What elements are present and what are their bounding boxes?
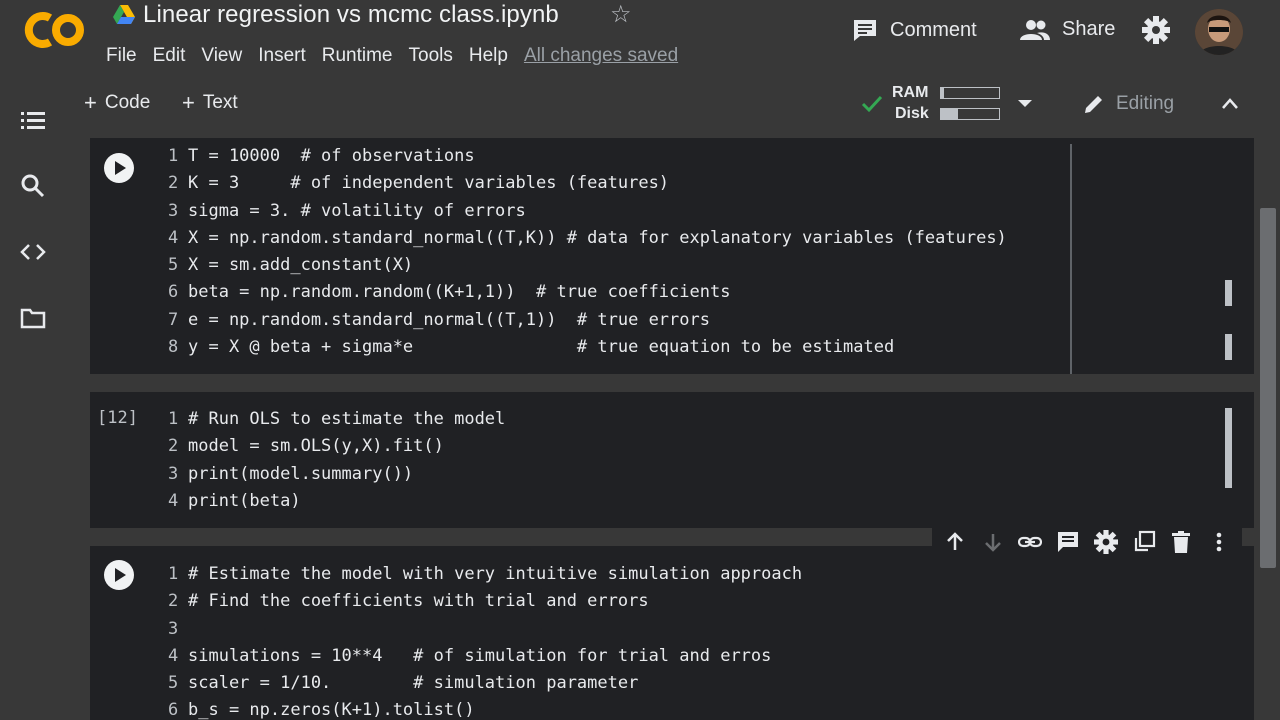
editing-mode-button[interactable]: Editing bbox=[1082, 92, 1174, 116]
code-line: 7e = np.random.standard_normal((T,1)) # … bbox=[168, 309, 710, 330]
code-line: 3 sigma = 3. # volatility of errors bbox=[168, 200, 526, 221]
google-drive-icon[interactable] bbox=[113, 5, 135, 25]
save-status-link[interactable]: All changes saved bbox=[524, 44, 678, 68]
code-line: 3 bbox=[168, 618, 179, 639]
mirror-cell-icon[interactable] bbox=[1132, 530, 1156, 554]
chevron-down-icon[interactable] bbox=[1018, 98, 1032, 108]
left-sidebar bbox=[0, 78, 64, 720]
chevron-up-icon[interactable] bbox=[1220, 94, 1240, 114]
menu-edit[interactable]: Edit bbox=[145, 44, 194, 68]
disk-usage-meter[interactable] bbox=[940, 108, 1000, 120]
arrow-down-icon[interactable] bbox=[981, 530, 1005, 554]
code-line: 6 beta = np.random.random((K+1,1)) # true… bbox=[168, 282, 731, 303]
code-line: 3 print(model.summary()) bbox=[168, 463, 414, 484]
arrow-up-icon[interactable] bbox=[943, 530, 967, 554]
comment-label: Comment bbox=[890, 18, 977, 41]
editing-label: Editing bbox=[1116, 93, 1175, 114]
menubar: File Edit View Insert Runtime Tools Help… bbox=[106, 44, 678, 68]
code-cell-1[interactable]: 1T = 10000 # of observations 2K = 3 # of… bbox=[90, 138, 1254, 374]
notebook-toolbar: + Code + Text RAM Disk Editing bbox=[64, 78, 1280, 130]
comment-icon[interactable] bbox=[1056, 530, 1080, 554]
code-line: 4 simulations = 10**4 # of simulation for… bbox=[168, 645, 772, 666]
trash-icon[interactable] bbox=[1169, 530, 1193, 554]
user-avatar[interactable] bbox=[1195, 9, 1243, 55]
page-scrollbar-thumb[interactable] bbox=[1260, 208, 1276, 568]
menu-runtime[interactable]: Runtime bbox=[314, 44, 401, 68]
menu-view[interactable]: View bbox=[193, 44, 250, 68]
execution-count: [12] bbox=[97, 408, 138, 428]
menu-insert[interactable]: Insert bbox=[250, 44, 314, 68]
code-line: 1 # Estimate the model with very intuitiv… bbox=[168, 564, 803, 584]
search-icon[interactable] bbox=[20, 173, 46, 199]
page-scrollbar[interactable] bbox=[1256, 78, 1280, 720]
star-icon[interactable]: ☆ bbox=[610, 3, 632, 27]
menu-tools[interactable]: Tools bbox=[401, 44, 461, 68]
ram-usage-meter[interactable] bbox=[940, 87, 1000, 99]
plus-icon: + bbox=[84, 90, 97, 115]
notebook-title[interactable]: Linear regression vs mcmc class.ipynb bbox=[143, 1, 559, 29]
disk-label[interactable]: Disk bbox=[895, 105, 929, 123]
check-icon bbox=[861, 95, 883, 113]
code-line: 1 # Run OLS to estimate the model bbox=[168, 409, 506, 429]
disk-usage-fill bbox=[941, 109, 959, 119]
add-code-label: Code bbox=[104, 92, 151, 113]
editor-ruler bbox=[1070, 144, 1072, 374]
gear-icon[interactable] bbox=[1093, 530, 1118, 554]
people-icon bbox=[1020, 19, 1050, 40]
add-text-label: Text bbox=[202, 92, 238, 113]
ram-usage-fill bbox=[941, 88, 944, 98]
code-cell-3[interactable]: 1 # Estimate the model with very intuitiv… bbox=[90, 546, 1254, 720]
folder-icon[interactable] bbox=[20, 305, 46, 331]
run-cell-button[interactable] bbox=[104, 560, 134, 590]
cell-scrollbar[interactable] bbox=[1225, 408, 1232, 488]
run-cell-button[interactable] bbox=[104, 153, 134, 183]
cell-scrollbar[interactable] bbox=[1225, 334, 1232, 360]
code-line: 8y = X @ beta + sigma*e # true equation … bbox=[168, 337, 895, 358]
notebook-area: 1T = 10000 # of observations 2K = 3 # of… bbox=[64, 130, 1254, 720]
code-line: 5 scaler = 1/10. # simulation parameter bbox=[168, 673, 639, 694]
ram-label[interactable]: RAM bbox=[892, 84, 928, 102]
header: Linear regression vs mcmc class.ipynb ☆ … bbox=[0, 0, 1280, 78]
cell-gutter: [12] bbox=[90, 392, 146, 528]
code-line: 1T = 10000 # of observations bbox=[168, 146, 475, 166]
code-line: 4X = np.random.standard_normal((T,K)) # … bbox=[168, 227, 1007, 248]
code-editor[interactable]: 1 # Run OLS to estimate the model 2 model … bbox=[168, 406, 505, 515]
code-cell-2[interactable]: [12] 1 # Run OLS to estimate the model 2m… bbox=[90, 392, 1254, 528]
avatar-image bbox=[1195, 9, 1243, 55]
code-line: 5X = sm.add_constant(X) bbox=[168, 255, 414, 276]
add-code-cell-button[interactable]: + Code bbox=[84, 92, 150, 114]
cell-gutter bbox=[90, 138, 146, 374]
pencil-icon bbox=[1085, 96, 1102, 113]
code-snippets-icon[interactable] bbox=[20, 239, 46, 265]
gear-icon[interactable] bbox=[1142, 16, 1170, 44]
code-line: 4 print(beta) bbox=[168, 490, 301, 511]
plus-icon: + bbox=[182, 90, 195, 115]
table-of-contents-icon[interactable] bbox=[20, 108, 46, 134]
share-button[interactable]: Share bbox=[1020, 18, 1115, 41]
comment-icon bbox=[854, 20, 876, 41]
cell-scrollbar[interactable] bbox=[1225, 280, 1232, 306]
menu-help[interactable]: Help bbox=[461, 44, 516, 68]
code-editor[interactable]: 1 # Estimate the model with very intuitiv… bbox=[168, 561, 802, 720]
code-line: 2 model = sm.OLS(y,X).fit() bbox=[168, 436, 444, 457]
link-icon[interactable] bbox=[1018, 530, 1043, 554]
add-text-cell-button[interactable]: + Text bbox=[182, 92, 238, 114]
code-line: 2 # Find the coefficients with trial and … bbox=[168, 591, 649, 612]
cell-toolbar bbox=[932, 524, 1242, 560]
comment-button[interactable]: Comment bbox=[852, 18, 977, 42]
colab-logo[interactable] bbox=[22, 8, 88, 52]
code-editor[interactable]: 1T = 10000 # of observations 2K = 3 # of… bbox=[168, 143, 1007, 361]
code-line: 6 b_s = np.zeros(K+1).tolist() bbox=[168, 700, 475, 720]
more-vert-icon[interactable] bbox=[1207, 530, 1231, 554]
share-label: Share bbox=[1062, 18, 1116, 40]
cell-gutter bbox=[90, 546, 146, 720]
code-line: 2K = 3 # of independent variables (featu… bbox=[168, 173, 670, 194]
menu-file[interactable]: File bbox=[106, 44, 145, 68]
